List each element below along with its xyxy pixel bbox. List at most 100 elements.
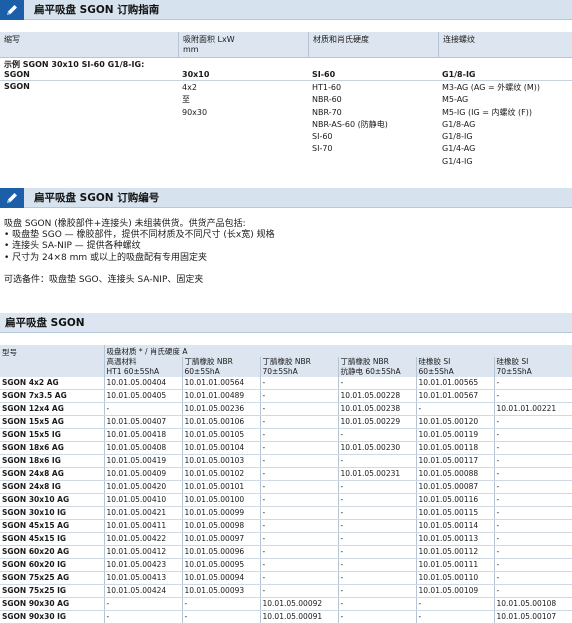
order-number-cell: -	[259, 571, 338, 585]
order-number-cell: -	[493, 519, 572, 533]
order-number-cell: -	[337, 493, 416, 507]
header-area: 吸附面积 LxW mm	[178, 32, 308, 57]
order-number-cell: 10.01.05.00421	[103, 506, 182, 520]
order-number-cell: 10.01.05.00105	[181, 428, 260, 442]
thread-option: G1/8-IG	[442, 132, 473, 142]
order-number-cell: 10.01.01.00564	[181, 377, 260, 390]
order-number-cell: 10.01.05.00104	[181, 441, 260, 455]
order-number-cell: -	[337, 519, 416, 533]
order-number-cell: -	[259, 389, 338, 403]
order-number-cell: -	[493, 428, 572, 442]
order-number-cell: 10.01.05.00096	[181, 545, 260, 559]
order-number-cell: 10.01.05.00115	[415, 506, 494, 520]
order-number-cell: -	[259, 545, 338, 559]
material-option: NBR-60	[312, 95, 342, 105]
order-number-cell: -	[493, 584, 572, 598]
order-number-cell: -	[103, 402, 182, 416]
table-group-header-row: 型号 吸盘材质 * / 肖氏硬度 A	[0, 345, 572, 377]
order-number-cell: 10.01.05.00092	[259, 597, 338, 611]
model-cell: SGON 18x6 IG	[0, 454, 104, 468]
model-cell: SGON 30x10 IG	[0, 506, 104, 520]
column-header: 硅橡胶 SI 70±5ShA	[493, 357, 572, 377]
section-ordering-guide: 扁平吸盘 SGON 订购指南 缩写 吸附面积 LxW mm 材质和肖氏硬度 连接…	[0, 0, 572, 168]
table-row: SGON 4x2 AG 10.01.05.00404 10.01.01.00564-…	[0, 377, 572, 390]
order-number-cell: 10.01.05.00231	[337, 467, 416, 481]
table-row: SGON 60x20 AG 10.01.05.00412 10.01.05.0009…	[0, 545, 572, 559]
intro-text: 吸盘 SGON (橡胶部件+连接头) 未组装供货。供货产品包括:	[4, 219, 246, 229]
order-number-cell: 10.01.05.00114	[415, 519, 494, 533]
order-number-cell: 10.01.05.00424	[103, 584, 182, 598]
order-number-cell: -	[259, 558, 338, 572]
table-row: SGON 90x30 AG - -10.01.05.00092- -10.01.05.…	[0, 597, 572, 611]
order-number-cell: 10.01.05.00110	[415, 571, 494, 585]
table-row: SGON 24x8 IG 10.01.05.00420 10.01.05.00101…	[0, 480, 572, 494]
order-number-cell: -	[259, 584, 338, 598]
column-header: 丁腈橡胶 NBR 70±5ShA	[259, 357, 338, 377]
order-number-cell: -	[259, 480, 338, 494]
order-number-cell: -	[259, 493, 338, 507]
order-number-cell: 10.01.05.00120	[415, 415, 494, 429]
header-material: 材质和肖氏硬度	[308, 32, 438, 57]
order-number-cell: 10.01.05.00411	[103, 519, 182, 533]
order-number-cell: -	[337, 480, 416, 494]
order-number-cell: 10.01.05.00097	[181, 532, 260, 546]
order-number-cell: 10.01.05.00091	[259, 610, 338, 624]
order-number-cell: 10.01.01.00221	[493, 402, 572, 416]
pencil-icon	[0, 187, 24, 208]
example-thread: G1/8-IG	[442, 70, 476, 79]
table-row: SGON 15x5 AG 10.01.05.00407 10.01.05.00106…	[0, 415, 572, 429]
column-header: 高温材料 HT1 60±5ShA	[103, 357, 182, 377]
order-number-cell: -	[493, 558, 572, 572]
bullet-item: 尺寸为 24×8 mm 或以上的吸盘配有专用固定夹	[4, 253, 568, 264]
order-number-cell: 10.01.05.00419	[103, 454, 182, 468]
material-option: NBR-AS-60 (防静电)	[312, 119, 388, 129]
order-number-cell: -	[493, 454, 572, 468]
order-number-cell: 10.01.05.00404	[103, 377, 182, 390]
order-number-cell: 10.01.05.00420	[103, 480, 182, 494]
model-cell: SGON 45x15 AG	[0, 519, 104, 533]
order-number-cell: -	[493, 377, 572, 390]
size-option: 4x2	[182, 83, 197, 92]
thread-option: M5-IG (IG = 内螺纹 (F))	[442, 107, 532, 117]
order-number-cell: 10.01.05.00100	[181, 493, 260, 507]
model-cell: SGON 30x10 AG	[0, 493, 104, 507]
table-row: SGON 18x6 AG 10.01.05.00408 10.01.05.00104…	[0, 441, 572, 455]
section-title: 扁平吸盘 SGON 订购编号	[34, 192, 160, 204]
material-option: HT1-60	[312, 83, 342, 92]
order-number-cell: -	[259, 506, 338, 520]
order-number-cell: -	[337, 454, 416, 468]
order-number-cell: -	[493, 493, 572, 507]
material-option: NBR-70	[312, 107, 342, 117]
model-cell: SGON 12x4 AG	[0, 402, 104, 416]
table-row: SGON 75x25 IG 10.01.05.00424 10.01.05.0009…	[0, 584, 572, 598]
option-threads: M3-AG (AG = 外螺纹 (M)) M5-AG M5-IG (IG = 内…	[438, 82, 572, 168]
order-number-cell: 10.01.05.00102	[181, 467, 260, 481]
section-title: 扁平吸盘 SGON	[5, 317, 85, 329]
order-number-cell: 10.01.01.00565	[415, 377, 494, 390]
section-banner: 扁平吸盘 SGON 订购指南	[0, 0, 572, 20]
order-number-cell: -	[337, 377, 416, 390]
table-row: SGON 18x6 IG 10.01.05.00419 10.01.05.00103…	[0, 454, 572, 468]
model-cell: SGON 90x30 AG	[0, 597, 104, 611]
order-number-cell: -	[337, 506, 416, 520]
order-number-cell: -	[337, 584, 416, 598]
order-number-cell: 10.01.05.00418	[103, 428, 182, 442]
pencil-icon	[0, 0, 24, 20]
order-number-cell: -	[259, 532, 338, 546]
table-row: SGON 90x30 IG - -10.01.05.00091- -10.01.05.…	[0, 610, 572, 624]
table-row: SGON 30x10 IG 10.01.05.00421 10.01.05.0009…	[0, 506, 572, 520]
section-title: 扁平吸盘 SGON 订购指南	[34, 4, 160, 16]
order-number-cell: 10.01.05.00410	[103, 493, 182, 507]
model-cell: SGON 90x30 IG	[0, 610, 104, 624]
order-number-cell: -	[493, 467, 572, 481]
order-number-cell: 10.01.05.00101	[181, 480, 260, 494]
table-row: SGON 45x15 IG 10.01.05.00422 10.01.05.0009…	[0, 532, 572, 546]
order-number-cell: 10.01.05.00113	[415, 532, 494, 546]
model-cell: SGON 60x20 AG	[0, 545, 104, 559]
table-row: SGON 12x4 AG -10.01.05.00236-10.01.05.002…	[0, 402, 572, 416]
order-number-cell: 10.01.05.00095	[181, 558, 260, 572]
model-cell: SGON 45x15 IG	[0, 532, 104, 546]
supply-description: 吸盘 SGON (橡胶部件+连接头) 未组装供货。供货产品包括: 吸盘垫 SGO…	[0, 219, 572, 286]
thread-option: M5-AG	[442, 95, 469, 105]
size-option: 至	[182, 95, 190, 105]
